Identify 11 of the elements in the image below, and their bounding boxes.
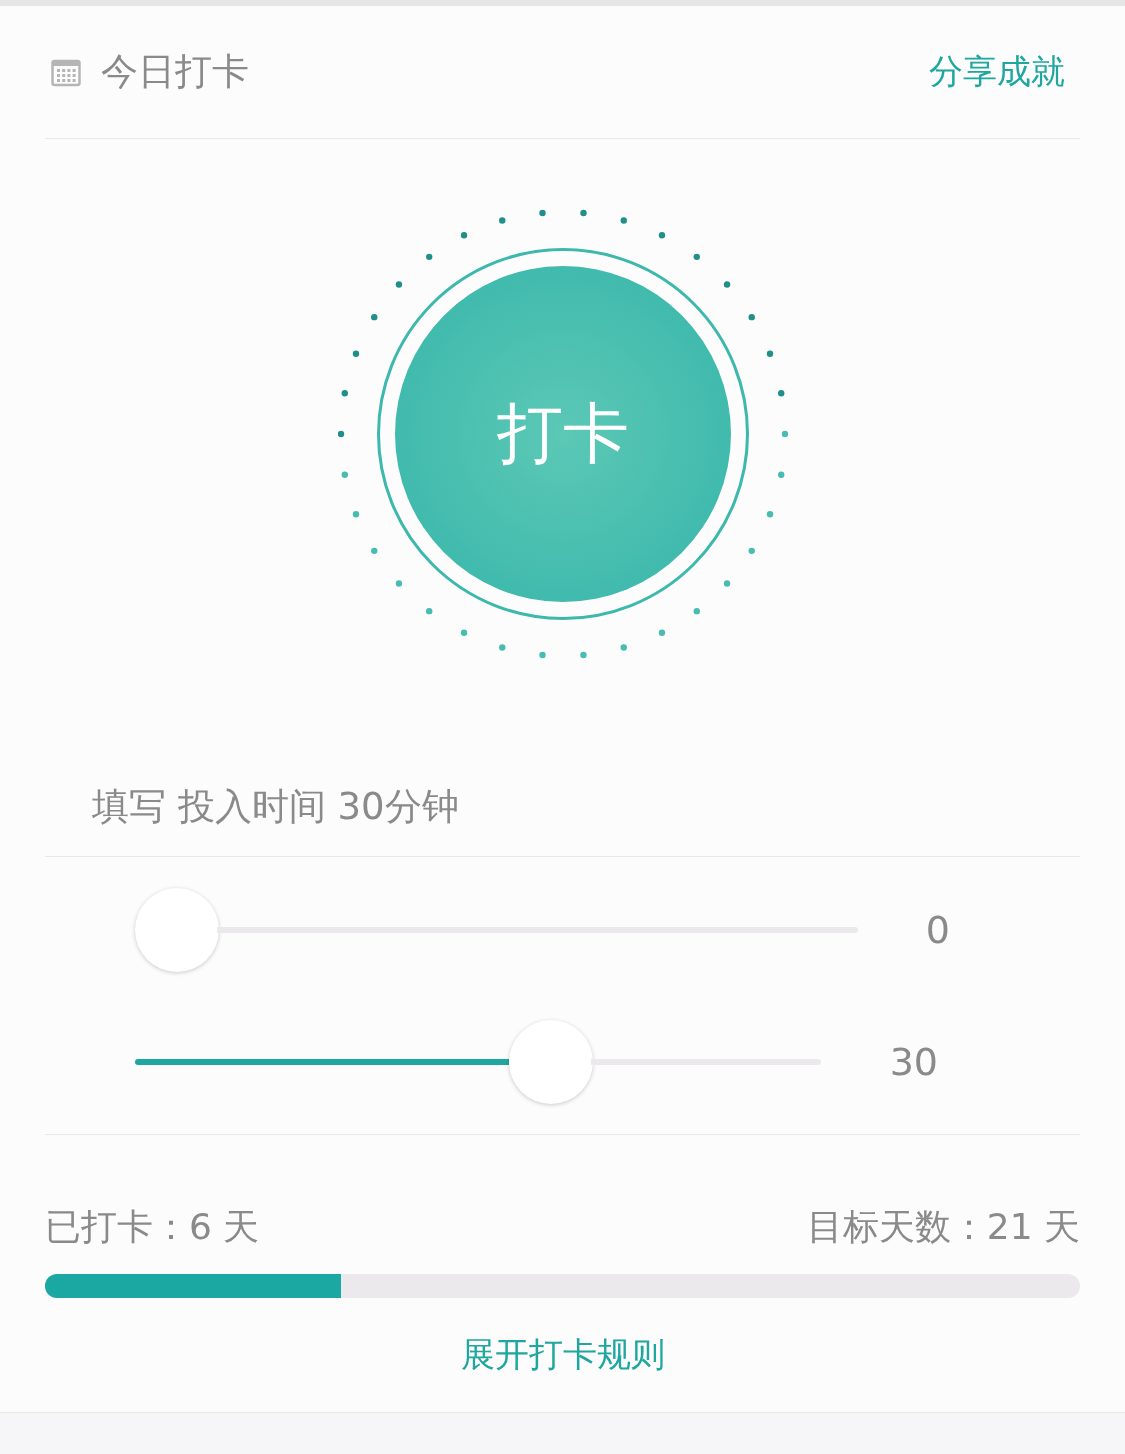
- calendar-icon: [51, 57, 81, 87]
- share-link[interactable]: 分享成就: [929, 49, 1065, 95]
- slider-thumb[interactable]: [135, 887, 219, 972]
- checked-in-days: 已打卡：6 天: [45, 1203, 260, 1252]
- goal-days: 目标天数：21 天: [806, 1203, 1080, 1252]
- checkin-button[interactable]: 打卡: [394, 266, 731, 602]
- slider-value: 30: [888, 1039, 938, 1084]
- section-title: 今日打卡: [101, 49, 249, 95]
- time-entry-label: 填写 投入时间 30分钟: [92, 784, 459, 830]
- rules-link[interactable]: 展开打卡规则: [460, 1332, 665, 1378]
- slider-value: 0: [924, 907, 950, 952]
